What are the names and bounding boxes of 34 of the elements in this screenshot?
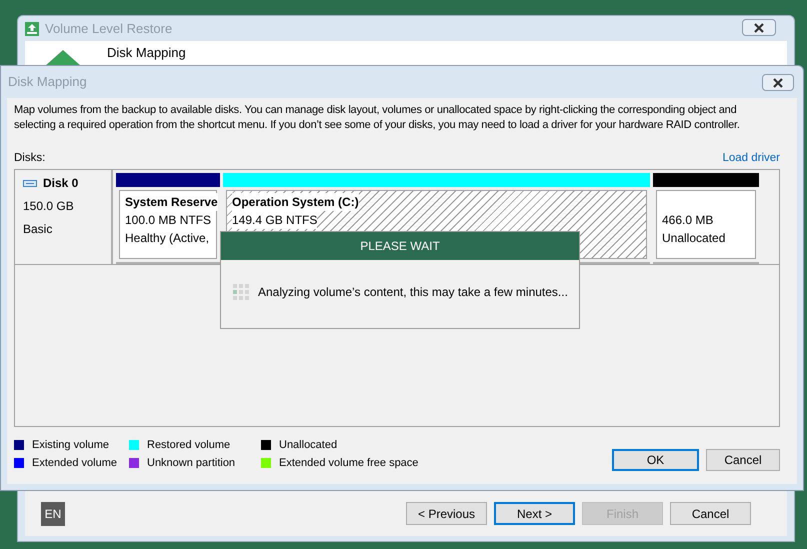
header-title: Disk Mapping [107,44,186,62]
close-button[interactable] [742,19,776,36]
restore-icon [25,22,39,36]
legend-label: Unknown partition [147,456,236,470]
close-icon [772,78,784,88]
legend-label: Existing volume [32,438,110,452]
wizard-button[interactable]: Cancel [670,502,751,525]
language-badge[interactable]: EN [41,502,65,526]
window-title: Volume Level Restore [45,20,172,38]
dialog-button[interactable]: OK [612,449,699,471]
disk-icon [23,180,37,187]
dialog-button[interactable]: Cancel [706,449,780,471]
legend-label: Extended volume free space [279,456,418,470]
wizard-button[interactable]: < Previous [406,502,487,525]
disk-info-panel[interactable]: Disk 0 150.0 GB Basic [15,170,113,264]
disks-label: Disks: [14,151,46,166]
load-driver-link[interactable]: Load driver [722,150,780,168]
partition-text: 149.4 GB NTFS [232,211,318,230]
wizard-button[interactable]: Next > [494,502,575,525]
loading-icon [233,284,249,300]
wait-message: Analyzing volume’s content, this may take a few minutes... [258,284,568,301]
disk-size: 150.0 GB [23,198,75,216]
wait-title: PLEASE WAIT [360,238,440,255]
disk-type: Basic [23,221,54,238]
partition-text: Operation System (C:) [232,193,359,212]
close-icon [753,22,765,32]
legend-label: Restored volume [147,438,230,452]
dialog-title: Disk Mapping [8,73,87,92]
partition-text: System Reserve [125,193,218,212]
disk-name: Disk 0 [43,175,78,192]
close-button[interactable] [762,74,794,91]
legend-label: Extended volume [32,456,117,470]
description-text: Map volumes from the backup to available disks. You can manage disk layout, volumes or unallocated space by right-clicking the corresponding object and selecting a required operation from the shortcut menu. If you don’t see some of your disks, you may need to load a driver for your hardware RAID controller. [14,103,741,133]
legend-label: Unallocated [279,438,338,452]
